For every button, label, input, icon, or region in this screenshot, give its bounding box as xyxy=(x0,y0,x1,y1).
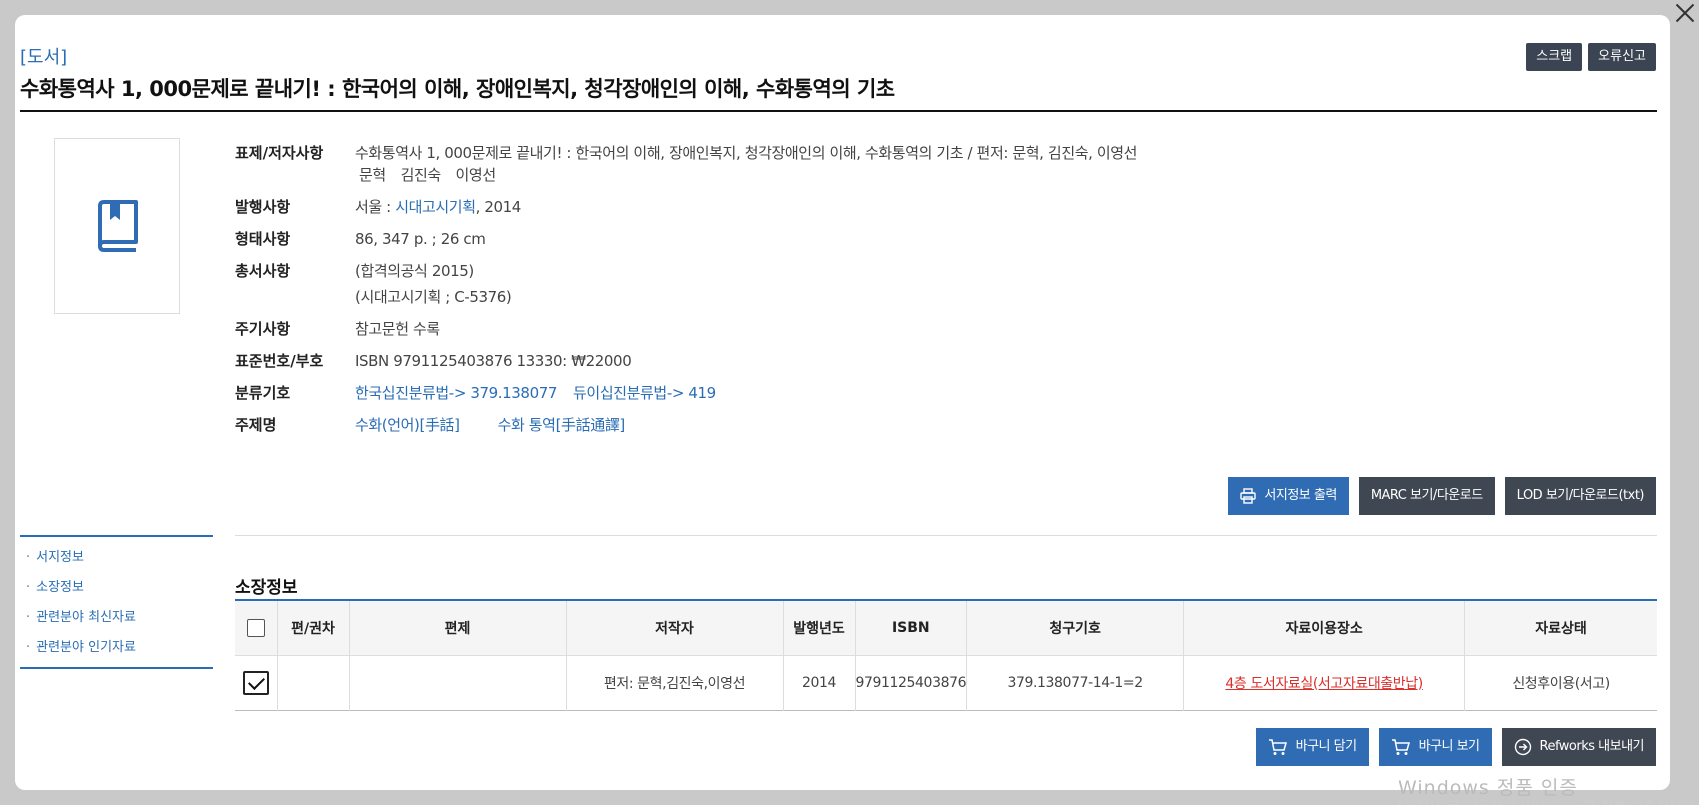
part-cell xyxy=(349,655,567,710)
view-cart-button[interactable]: 바구니 보기 xyxy=(1378,728,1492,766)
print-record-button[interactable]: 서지정보 출력 xyxy=(1228,477,1349,515)
row-subject: 주제명 수화(언어)[手話] 수화 통역[手話通譯] xyxy=(235,414,1235,436)
isbn-value: ISBN 9791125403876 13330: ₩22000 xyxy=(355,352,632,370)
lod-view-button[interactable]: LOD 보기/다운로드(txt) xyxy=(1504,477,1656,515)
author-name[interactable]: 문혁 xyxy=(359,166,386,184)
isbn-cell: 9791125403876 xyxy=(855,655,968,710)
call-number-cell: 379.138077-14-1=2 xyxy=(966,655,1185,710)
activation-watermark: Windows 정품 인증 xyxy=(1398,777,1578,799)
label-publication: 발행사항 xyxy=(235,198,291,216)
column-header: 청구기호 xyxy=(966,600,1185,656)
sidenav-item-recent[interactable]: · 관련분야 최신자료 xyxy=(20,603,213,633)
author-name[interactable]: 김진숙 xyxy=(401,166,442,184)
volume-cell xyxy=(277,655,350,710)
record-actions: 서지정보 출력 MARC 보기/다운로드 LOD 보기/다운로드(txt) xyxy=(1228,477,1656,515)
label-series: 총서사항 xyxy=(235,262,291,280)
view-cart-label: 바구니 보기 xyxy=(1418,739,1480,754)
holdings-title: 소장정보 xyxy=(235,578,298,598)
section-divider xyxy=(235,535,1657,536)
column-header: 자료이용장소 xyxy=(1183,600,1466,656)
column-header: ISBN xyxy=(855,600,968,656)
author-names: 문혁 김진숙 이영선 xyxy=(355,164,1137,186)
cart-icon xyxy=(1268,739,1287,755)
location-link[interactable]: 4층 도서자료실(서고자료대출반납) xyxy=(1225,676,1423,692)
sidenav-item-popular[interactable]: · 관련분야 인기자료 xyxy=(20,633,213,663)
row-isbn: 표준번호/부호 ISBN 9791125403876 13330: ₩22000 xyxy=(235,350,1235,372)
row-note: 주기사항 참고문헌 수록 xyxy=(235,318,1235,340)
select-all-checkbox[interactable] xyxy=(246,618,265,637)
label-physical: 형태사항 xyxy=(235,230,291,248)
print-record-label: 서지정보 출력 xyxy=(1264,488,1337,503)
row-physical: 형태사항 86, 347 p. ; 26 cm xyxy=(235,228,1235,250)
scrap-button[interactable]: 스크랩 xyxy=(1526,43,1583,71)
label-note: 주기사항 xyxy=(235,320,291,338)
side-navigation: · 서지정보 · 소장정보 · 관련분야 최신자료 · 관련분야 인기자료 xyxy=(20,535,213,669)
location-cell: 4층 도서자료실(서고자료대출반납) xyxy=(1183,655,1466,710)
label-classification: 분류기호 xyxy=(235,384,291,402)
export-icon xyxy=(1514,738,1531,756)
column-header: 편제 xyxy=(349,600,567,656)
author-cell: 편저: 문혁,김진숙,이영선 xyxy=(566,655,784,710)
row-publication: 발행사항 서울 : 시대고시기획, 2014 xyxy=(235,196,1235,218)
record-detail-modal: [도서] 수화통역사 1, 000문제로 끝내기! : 한국어의 이해, 장애인… xyxy=(15,15,1670,790)
holdings-table: 편/권차 편제 저작자 발행년도 ISBN 청구기호 자료이용장소 자료상태 편… xyxy=(235,599,1657,711)
row-select-cell xyxy=(235,655,278,710)
table-header-row: 편/권차 편제 저작자 발행년도 ISBN 청구기호 자료이용장소 자료상태 xyxy=(235,600,1657,656)
column-header: 발행년도 xyxy=(783,600,856,656)
series-value: (시대고시기획 ; C-5376) xyxy=(355,288,512,306)
top-actions: 스크랩 오류신고 xyxy=(1526,43,1656,71)
printer-icon xyxy=(1240,488,1257,504)
marc-view-button[interactable]: MARC 보기/다운로드 xyxy=(1358,477,1495,515)
refworks-export-button[interactable]: Refworks 내보내기 xyxy=(1501,728,1656,766)
add-to-cart-label: 바구니 담기 xyxy=(1295,739,1357,754)
kdc-link[interactable]: 한국십진분류법-> 379.138077 xyxy=(355,384,557,402)
title-divider xyxy=(20,110,1657,112)
add-to-cart-button[interactable]: 바구니 담기 xyxy=(1255,728,1369,766)
label-isbn: 표준번호/부호 xyxy=(235,352,324,370)
refworks-export-label: Refworks 내보내기 xyxy=(1539,739,1645,754)
column-header: 편/권차 xyxy=(277,600,350,656)
note-value: 참고문헌 수록 xyxy=(355,320,440,338)
column-header: 저작자 xyxy=(566,600,784,656)
row-classification: 분류기호 한국십진분류법-> 379.138077 듀이십진분류법-> 419 xyxy=(235,382,1235,404)
year-cell: 2014 xyxy=(783,655,856,710)
holdings-actions: 바구니 담기 바구니 보기 Refworks 내보내기 xyxy=(1255,728,1656,766)
activation-watermark-subtext: [설정]으로 이동하여 Windows를 정품 인증합니다. xyxy=(1398,797,1699,805)
status-cell: 신청후이용(서고) xyxy=(1512,675,1610,692)
row-title-author: 표제/저자사항 수화통역사 1, 000문제로 끝내기! : 한국어의 이해, … xyxy=(235,142,1235,186)
select-all-cell xyxy=(235,600,278,656)
book-cover-placeholder xyxy=(54,138,180,314)
ddc-link[interactable]: 듀이십진분류법-> 419 xyxy=(573,384,716,402)
material-type: [도서] xyxy=(20,47,68,68)
sidenav-item-holdings[interactable]: · 소장정보 xyxy=(20,573,213,603)
label-subject: 주제명 xyxy=(235,416,277,434)
label-title-author: 표제/저자사항 xyxy=(235,144,324,162)
title-author-value: 수화통역사 1, 000문제로 끝내기! : 한국어의 이해, 장애인복지, 청… xyxy=(355,144,1138,162)
series-value: (합격의공식 2015) xyxy=(355,262,474,280)
book-icon xyxy=(98,200,138,252)
report-error-button[interactable]: 오류신고 xyxy=(1588,43,1656,71)
close-icon[interactable] xyxy=(1673,0,1697,24)
page-title: 수화통역사 1, 000문제로 끝내기! : 한국어의 이해, 장애인복지, 청… xyxy=(20,77,895,101)
row-series: 총서사항 (합격의공식 2015) (시대고시기획 ; C-5376) xyxy=(235,260,1235,308)
bibliographic-info: 표제/저자사항 수화통역사 1, 000문제로 끝내기! : 한국어의 이해, … xyxy=(235,142,1235,446)
physical-value: 86, 347 p. ; 26 cm xyxy=(355,230,486,248)
sidenav-item-bibliographic[interactable]: · 서지정보 xyxy=(20,543,213,573)
column-header: 자료상태 xyxy=(1464,600,1657,656)
row-checkbox[interactable] xyxy=(242,670,269,695)
table-row: 편저: 문혁,김진숙,이영선 2014 9791125403876 379.13… xyxy=(235,655,1657,710)
author-name[interactable]: 이영선 xyxy=(456,166,497,184)
subject-link[interactable]: 수화 통역[手話通譯] xyxy=(498,416,626,434)
subject-link[interactable]: 수화(언어)[手話] xyxy=(355,416,460,434)
cart-icon xyxy=(1391,739,1410,755)
publish-year: , 2014 xyxy=(475,198,522,216)
publisher-link[interactable]: 시대고시기획 xyxy=(395,198,476,216)
publish-place: 서울 : xyxy=(355,198,396,216)
